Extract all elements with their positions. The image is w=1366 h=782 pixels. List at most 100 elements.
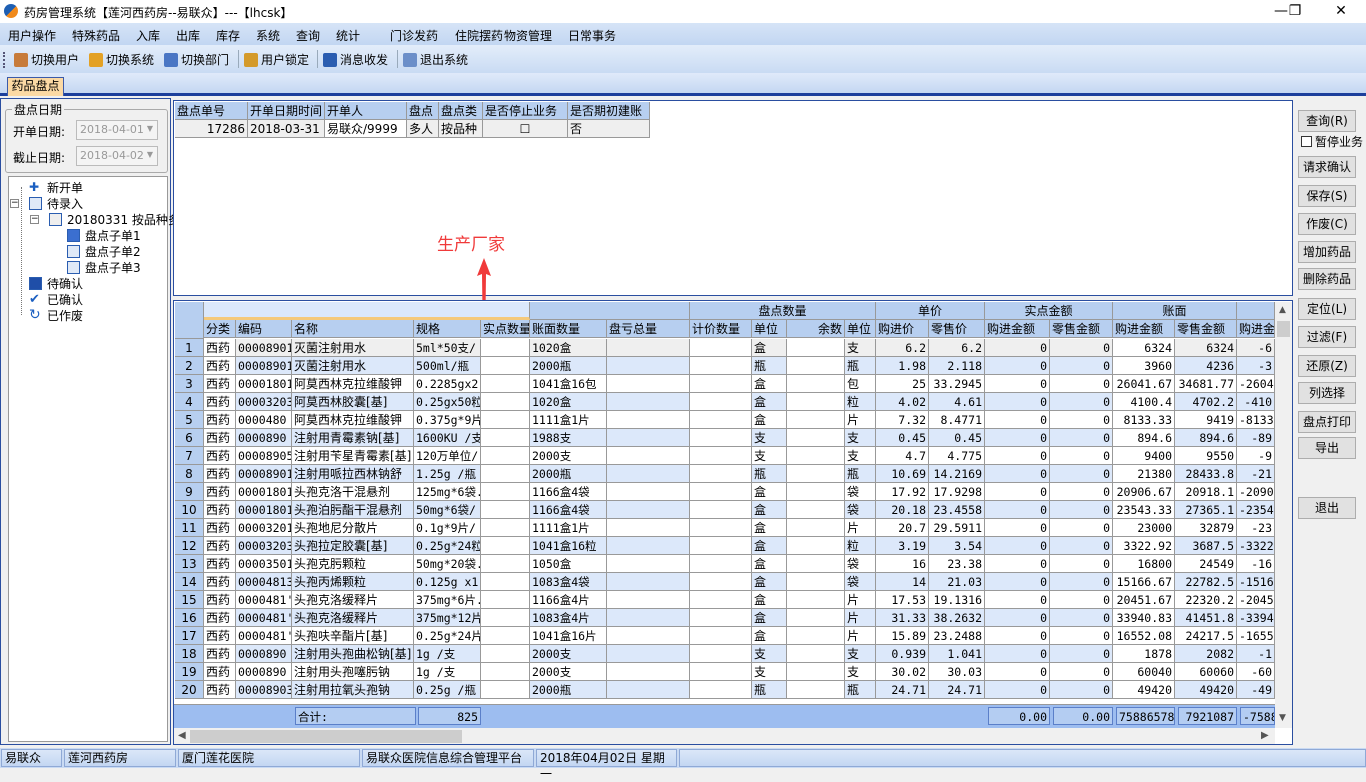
grid-cell[interactable] xyxy=(481,411,530,429)
grid-cell[interactable]: 1.98 xyxy=(876,357,929,375)
grid-cell[interactable]: 0 xyxy=(985,357,1050,375)
grid-cell[interactable]: 头孢克洛干混悬剂 xyxy=(292,483,414,501)
grid-cell[interactable]: 25 xyxy=(876,375,929,393)
grid-cell[interactable]: 50mg*6袋/ xyxy=(414,501,481,519)
grid-cell[interactable]: 0 xyxy=(985,627,1050,645)
grid-cell[interactable]: 4.7 xyxy=(876,447,929,465)
grid-cell[interactable]: 00008903 xyxy=(236,681,292,699)
grid-cell[interactable]: 0000890 xyxy=(236,429,292,447)
grid-cell[interactable] xyxy=(690,357,752,375)
menu-3[interactable]: 出库 xyxy=(176,27,200,44)
grid-cell[interactable] xyxy=(607,663,690,681)
grid-cell[interactable]: 0 xyxy=(985,501,1050,519)
grid-cell[interactable]: 3960 xyxy=(1113,357,1175,375)
grid-cell[interactable]: 粒 xyxy=(845,393,876,411)
top-grid-cell[interactable]: ☐ xyxy=(483,120,568,138)
grid-cell[interactable]: -23 xyxy=(1237,519,1275,537)
grid-cell[interactable]: 注射用哌拉西林钠舒 xyxy=(292,465,414,483)
grid-cell[interactable]: 33940.83 xyxy=(1113,609,1175,627)
grid-cell[interactable] xyxy=(607,573,690,591)
table-row[interactable]: 17 西药 0000481' 头孢呋辛酯片[基] 0.25g*24片 1041盒16片 盒 片… xyxy=(174,627,1275,645)
grid-cell[interactable] xyxy=(690,609,752,627)
grid-cell[interactable]: 6.2 xyxy=(929,339,985,357)
grid-cell[interactable]: 21380 xyxy=(1113,465,1175,483)
table-row[interactable]: 5 西药 0000480 阿莫西林克拉维酸钾 0.375g*9片 1111盒1片 盒 片 7.3… xyxy=(174,411,1275,429)
grid-cell[interactable] xyxy=(481,537,530,555)
start-date-picker[interactable]: 2018-04-01 xyxy=(76,120,158,140)
grid-cell[interactable]: 21.03 xyxy=(929,573,985,591)
grid-cell[interactable]: 西药 xyxy=(204,447,236,465)
grid-cell[interactable] xyxy=(481,645,530,663)
grid-cell[interactable]: 头孢泊肟酯干混悬剂 xyxy=(292,501,414,519)
grid-cell[interactable]: 1083盒4片 xyxy=(530,609,607,627)
grid-cell[interactable]: 支 xyxy=(752,429,787,447)
grid-cell[interactable]: -2090 xyxy=(1237,483,1275,501)
grid-cell[interactable]: 00008901 xyxy=(236,357,292,375)
column-select-button[interactable]: 列选择 xyxy=(1298,382,1356,404)
grid-cell[interactable]: 00008905 xyxy=(236,447,292,465)
grid-cell[interactable] xyxy=(690,645,752,663)
grid-cell[interactable]: 支 xyxy=(752,447,787,465)
grid-cell[interactable] xyxy=(690,537,752,555)
grid-cell[interactable] xyxy=(690,483,752,501)
grid-cell[interactable]: 1878 xyxy=(1113,645,1175,663)
grid-cell[interactable]: 49420 xyxy=(1175,681,1237,699)
grid-cell[interactable]: 盒 xyxy=(752,411,787,429)
print-button[interactable]: 盘点打印 xyxy=(1298,411,1356,433)
grid-cell[interactable]: 14 xyxy=(876,573,929,591)
menu-4[interactable]: 库存 xyxy=(216,27,240,44)
grid-cell[interactable]: -49 xyxy=(1237,681,1275,699)
grid-cell[interactable]: 1g /支 xyxy=(414,663,481,681)
column-header[interactable]: 计价数量 xyxy=(690,320,752,338)
menu-0[interactable]: 用户操作 xyxy=(8,27,56,44)
grid-cell[interactable] xyxy=(481,393,530,411)
grid-cell[interactable]: 阿莫西林胶囊[基] xyxy=(292,393,414,411)
grid-cell[interactable]: 0 xyxy=(1050,681,1113,699)
query-button[interactable]: 查询(R) xyxy=(1298,110,1356,132)
grid-cell[interactable]: 28433.8 xyxy=(1175,465,1237,483)
grid-cell[interactable] xyxy=(481,573,530,591)
table-row[interactable]: 3 西药 00001801 阿莫西林克拉维酸钾 0.2285gx2 1041盒16包盒包 2… xyxy=(174,375,1275,393)
grid-cell[interactable]: 西药 xyxy=(204,555,236,573)
grid-cell[interactable] xyxy=(607,447,690,465)
grid-cell[interactable]: 注射用头孢曲松钠[基] xyxy=(292,645,414,663)
grid-cell[interactable]: 盒 xyxy=(752,537,787,555)
column-header[interactable]: 购进价 xyxy=(876,320,929,338)
grid-cell[interactable]: 6324 xyxy=(1113,339,1175,357)
grid-cell[interactable] xyxy=(607,537,690,555)
grid-cell[interactable]: 片 xyxy=(845,519,876,537)
top-grid-header[interactable]: 开单日期时间 xyxy=(248,102,325,120)
grid-cell[interactable]: 头孢拉定胶囊[基] xyxy=(292,537,414,555)
grid-cell[interactable]: 1020盒 xyxy=(530,393,607,411)
menu-1[interactable]: 特殊药品 xyxy=(72,27,120,44)
grid-cell[interactable] xyxy=(607,357,690,375)
restore-button[interactable]: 还原(Z) xyxy=(1298,355,1356,377)
grid-cell[interactable]: 8.4771 xyxy=(929,411,985,429)
grid-cell[interactable] xyxy=(787,393,845,411)
top-grid-header[interactable]: 是否停止业务 xyxy=(483,102,568,120)
grid-cell[interactable]: 4236 xyxy=(1175,357,1237,375)
grid-cell[interactable]: 8133.33 xyxy=(1113,411,1175,429)
table-row[interactable]: 7 西药 00008905 注射用苄星青霉素[基] 120万单位/2000支支支 4.7 4… xyxy=(174,447,1275,465)
grid-cell[interactable]: 0 xyxy=(985,519,1050,537)
tree-node-7[interactable]: ✔ 已确认 xyxy=(29,291,83,308)
grid-cell[interactable] xyxy=(481,519,530,537)
grid-cell[interactable]: 00003501 xyxy=(236,555,292,573)
grid-cell[interactable]: 0 xyxy=(985,591,1050,609)
scroll-down-icon[interactable]: ▼ xyxy=(1279,713,1286,723)
grid-cell[interactable]: -2604 xyxy=(1237,375,1275,393)
grid-cell[interactable]: 0 xyxy=(1050,627,1113,645)
grid-cell[interactable] xyxy=(607,519,690,537)
grid-cell[interactable]: 4702.2 xyxy=(1175,393,1237,411)
grid-cell[interactable]: 16800 xyxy=(1113,555,1175,573)
grid-cell[interactable] xyxy=(481,555,530,573)
column-header[interactable]: 余数 xyxy=(787,320,845,338)
table-row[interactable]: 12 西药 00003203 头孢拉定胶囊[基] 0.25g*24粒 1041盒16粒 盒 粒… xyxy=(174,537,1275,555)
grid-cell[interactable]: 0 xyxy=(1050,375,1113,393)
grid-cell[interactable]: 4100.4 xyxy=(1113,393,1175,411)
end-date-picker[interactable]: 2018-04-02 xyxy=(76,146,158,166)
table-row[interactable]: 16 西药 0000481' 头孢克洛缓释片 375mg*12片 1083盒4片 盒 片 31.… xyxy=(174,609,1275,627)
tab-drug-inventory[interactable]: 药品盘点 xyxy=(7,77,64,96)
grid-cell[interactable]: 1166盒4片 xyxy=(530,591,607,609)
grid-cell[interactable] xyxy=(607,393,690,411)
